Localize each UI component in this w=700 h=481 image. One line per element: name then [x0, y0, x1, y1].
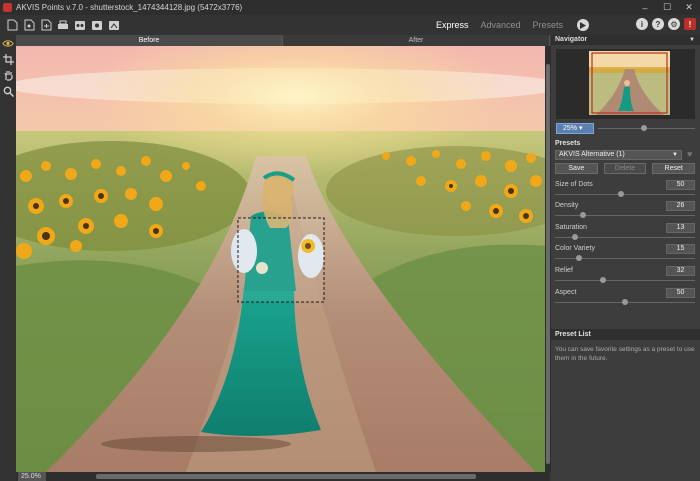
- param-density: Density 26: [555, 201, 695, 221]
- share-icon[interactable]: [107, 18, 121, 32]
- delete-preset-button[interactable]: Delete: [603, 163, 647, 174]
- preset-selected: AKVIS Alternative (1): [559, 151, 625, 158]
- navigator-header[interactable]: Navigator ▼: [551, 35, 700, 45]
- batch-icon[interactable]: [73, 18, 87, 32]
- run-icon[interactable]: [577, 19, 590, 31]
- param-value-input[interactable]: 15: [666, 244, 695, 254]
- param-size-of-dots: Size of Dots 50: [555, 180, 695, 200]
- zoom-value: 25%: [563, 125, 578, 132]
- minimize-button[interactable]: –: [634, 0, 656, 15]
- zoom-slider-handle[interactable]: [640, 125, 647, 131]
- slider-handle[interactable]: [580, 212, 586, 218]
- param-slider[interactable]: [555, 255, 695, 261]
- param-saturation: Saturation 13: [555, 223, 695, 243]
- reset-button[interactable]: Reset: [652, 163, 696, 174]
- preview-eye-icon[interactable]: [0, 35, 16, 51]
- param-aspect: Aspect 50: [555, 288, 695, 308]
- info-icon[interactable]: i: [636, 18, 648, 30]
- param-value-input[interactable]: 50: [666, 180, 695, 190]
- slider-handle[interactable]: [599, 277, 606, 283]
- hand-icon[interactable]: [0, 67, 16, 83]
- open-image-icon[interactable]: [22, 18, 36, 32]
- horizontal-scroll-thumb[interactable]: [96, 474, 476, 479]
- slider-handle[interactable]: [622, 299, 628, 305]
- right-toolbar-icons: i ? ⚙ !: [636, 18, 696, 30]
- horizontal-scrollbar[interactable]: 25.0%: [16, 472, 550, 481]
- settings-panel: Navigator ▼ 25% ▾ Presets AKVIS Alternat…: [551, 35, 700, 481]
- title-bar: AKVIS Points v.7.0 - shutterstock_147434…: [0, 0, 700, 15]
- param-slider[interactable]: [555, 277, 695, 283]
- news-icon[interactable]: !: [684, 18, 696, 30]
- mode-presets[interactable]: Presets: [533, 20, 564, 30]
- zoom-dropdown[interactable]: 25% ▾: [556, 123, 594, 134]
- print-icon[interactable]: [56, 18, 70, 32]
- navigator-title: Navigator: [555, 36, 588, 43]
- param-label: Size of Dots: [555, 181, 593, 188]
- save-preset-button[interactable]: Save: [555, 163, 598, 174]
- slider-handle[interactable]: [571, 234, 578, 240]
- main-toolbar: Express Advanced Presets i ? ⚙ !: [0, 15, 700, 35]
- canvas-zoom-label: 25.0%: [18, 472, 46, 481]
- param-label: Density: [555, 202, 579, 209]
- param-relief: Relief 32: [555, 266, 695, 286]
- preset-list-hint: You can save favorite settings as a pres…: [555, 346, 695, 362]
- tools-panel: [0, 35, 16, 481]
- close-button[interactable]: ✕: [678, 0, 700, 15]
- help-icon[interactable]: ?: [652, 18, 664, 30]
- window-title: AKVIS Points v.7.0 - shutterstock_147434…: [16, 3, 243, 12]
- view-tabs: Before After: [16, 35, 550, 46]
- mode-express[interactable]: Express: [436, 20, 469, 30]
- vertical-scroll-thumb[interactable]: [546, 64, 550, 464]
- param-label: Color Variety: [555, 245, 595, 252]
- favorite-heart-icon[interactable]: ♥: [687, 149, 692, 159]
- param-color-variety: Color Variety 15: [555, 244, 695, 264]
- mode-advanced[interactable]: Advanced: [481, 20, 521, 30]
- preset-list-header[interactable]: Preset List: [551, 329, 700, 340]
- param-value-input[interactable]: 13: [666, 223, 695, 233]
- effect-icon[interactable]: [90, 18, 104, 32]
- param-label: Saturation: [555, 224, 587, 231]
- slider-handle[interactable]: [617, 191, 624, 197]
- param-slider[interactable]: [555, 191, 695, 197]
- param-slider[interactable]: [555, 234, 695, 240]
- navigator-thumbnail: [556, 49, 695, 119]
- param-label: Aspect: [555, 289, 577, 296]
- image-canvas[interactable]: [16, 46, 545, 472]
- mode-switcher: Express Advanced Presets: [436, 15, 590, 35]
- zoom-icon[interactable]: [0, 83, 16, 99]
- param-slider[interactable]: [555, 212, 695, 218]
- chevron-down-icon: ▼: [672, 152, 678, 158]
- param-slider[interactable]: [555, 299, 695, 305]
- navigator-zoom-row: 25% ▾: [556, 123, 695, 135]
- presets-label: Presets: [555, 140, 581, 147]
- navigator-preview[interactable]: [556, 49, 695, 119]
- param-label: Relief: [555, 267, 573, 274]
- photo-image: [16, 46, 545, 472]
- param-value-input[interactable]: 50: [666, 288, 695, 298]
- save-file-icon[interactable]: [39, 18, 53, 32]
- collapse-icon[interactable]: ▼: [689, 35, 695, 45]
- maximize-button[interactable]: ☐: [656, 0, 678, 15]
- param-value-input[interactable]: 26: [666, 201, 695, 211]
- crop-icon[interactable]: [0, 51, 16, 67]
- preset-buttons: Save Delete Reset: [555, 163, 696, 174]
- tab-after[interactable]: After: [283, 35, 550, 46]
- settings-icon[interactable]: ⚙: [668, 18, 680, 30]
- open-file-icon[interactable]: [5, 18, 19, 32]
- app-logo-icon: [3, 3, 12, 12]
- tab-before[interactable]: Before: [16, 35, 283, 46]
- preset-select[interactable]: AKVIS Alternative (1) ▼: [555, 150, 682, 160]
- slider-handle[interactable]: [575, 255, 582, 261]
- zoom-slider[interactable]: [598, 125, 695, 131]
- param-value-input[interactable]: 32: [666, 266, 695, 276]
